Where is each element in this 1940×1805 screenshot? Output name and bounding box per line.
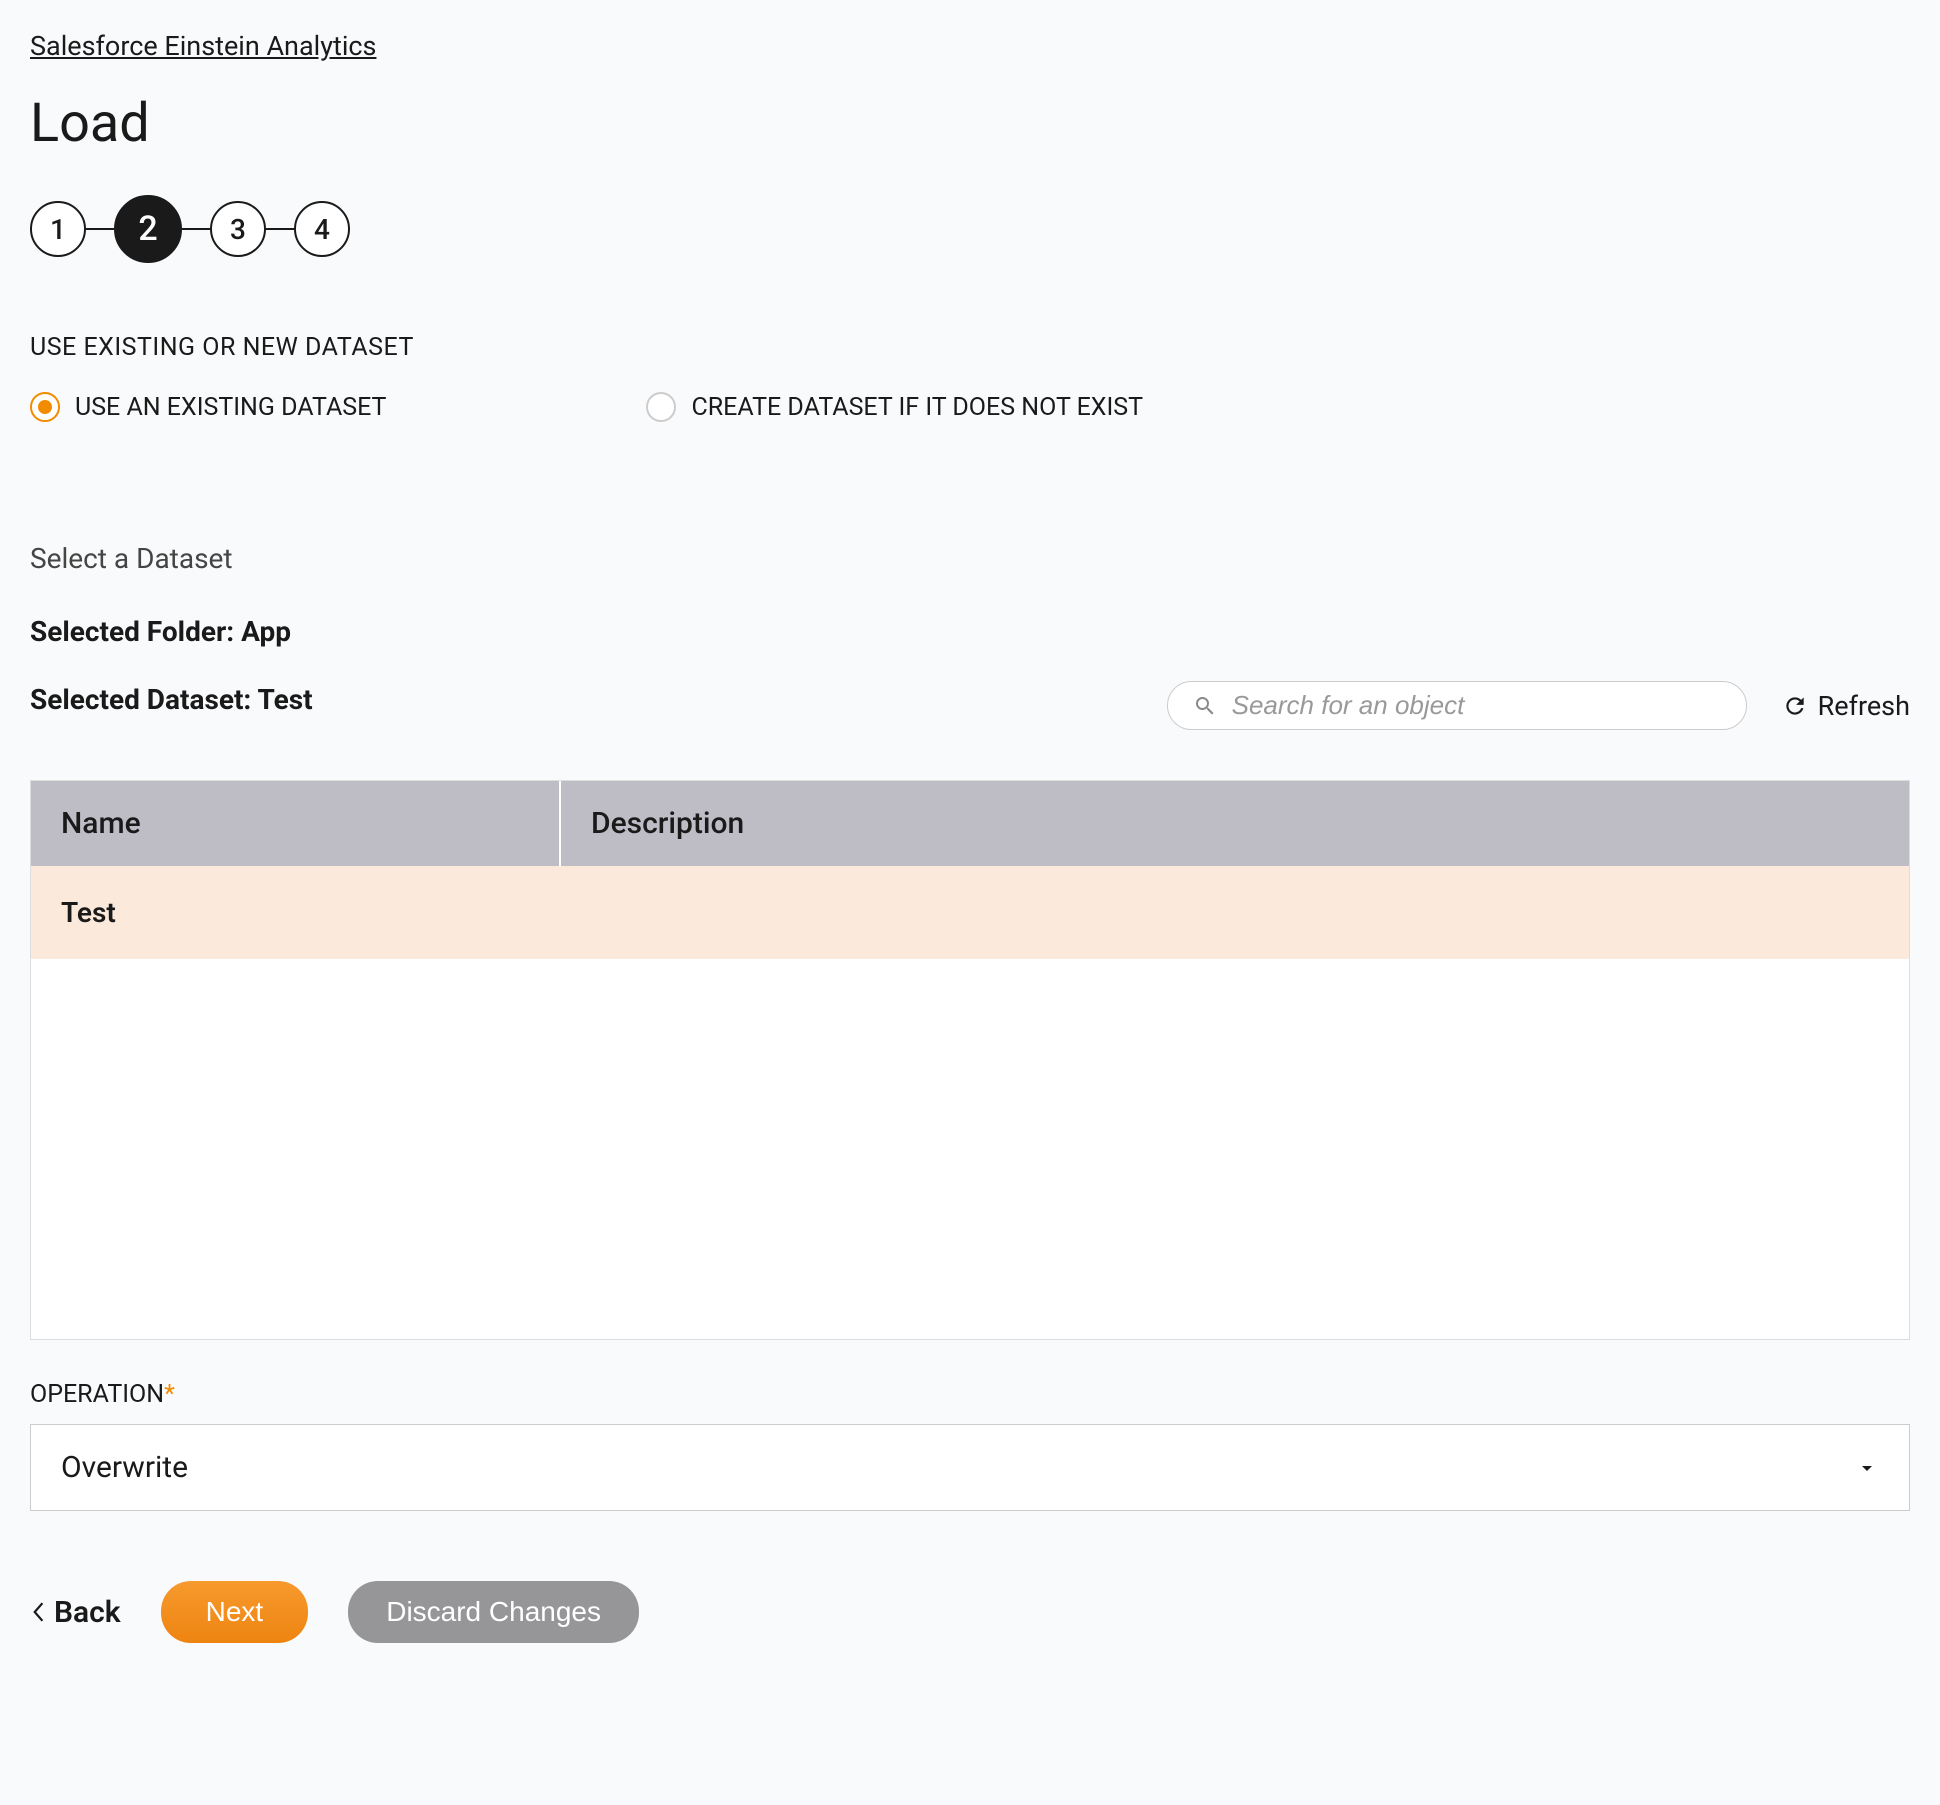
required-star-icon: * bbox=[164, 1380, 175, 1409]
radio-label: CREATE DATASET IF IT DOES NOT EXIST bbox=[691, 393, 1143, 422]
table-row[interactable]: Test bbox=[31, 866, 1909, 959]
radio-create-new[interactable]: CREATE DATASET IF IT DOES NOT EXIST bbox=[646, 392, 1143, 422]
radio-circle-icon bbox=[646, 392, 676, 422]
page-title: Load bbox=[30, 92, 1910, 155]
next-button[interactable]: Next bbox=[161, 1581, 309, 1643]
search-input[interactable] bbox=[1232, 690, 1721, 721]
radio-circle-icon bbox=[30, 392, 60, 422]
stepper: 1 2 3 4 bbox=[30, 195, 1910, 263]
back-label: Back bbox=[54, 1595, 121, 1630]
step-4[interactable]: 4 bbox=[294, 201, 350, 257]
step-1[interactable]: 1 bbox=[30, 201, 86, 257]
table-header: Name Description bbox=[31, 781, 1909, 866]
step-connector bbox=[182, 228, 210, 230]
search-icon bbox=[1193, 694, 1217, 718]
footer-buttons: Back Next Discard Changes bbox=[30, 1581, 1910, 1643]
operation-select-value: Overwrite bbox=[61, 1450, 188, 1485]
radio-use-existing[interactable]: USE AN EXISTING DATASET bbox=[30, 392, 386, 422]
dataset-section-label: USE EXISTING OR NEW DATASET bbox=[30, 333, 1910, 362]
dataset-radio-group: USE AN EXISTING DATASET CREATE DATASET I… bbox=[30, 392, 1910, 422]
operation-label: OPERATION* bbox=[30, 1380, 1910, 1409]
table-cell-name: Test bbox=[31, 866, 561, 959]
table-empty-space bbox=[31, 959, 1909, 1339]
refresh-label: Refresh bbox=[1818, 690, 1910, 722]
refresh-button[interactable]: Refresh bbox=[1782, 690, 1910, 722]
chevron-left-icon bbox=[30, 1601, 46, 1623]
refresh-icon bbox=[1782, 693, 1808, 719]
step-3[interactable]: 3 bbox=[210, 201, 266, 257]
dataset-table: Name Description Test bbox=[30, 780, 1910, 1340]
selected-folder: Selected Folder: App bbox=[30, 615, 1910, 648]
table-cell-description bbox=[561, 866, 1909, 959]
back-button[interactable]: Back bbox=[30, 1595, 121, 1630]
search-box[interactable] bbox=[1167, 681, 1747, 730]
step-connector bbox=[86, 228, 114, 230]
select-dataset-label: Select a Dataset bbox=[30, 542, 1910, 575]
breadcrumb-link[interactable]: Salesforce Einstein Analytics bbox=[30, 30, 376, 62]
step-connector bbox=[266, 228, 294, 230]
operation-select[interactable]: Overwrite bbox=[30, 1424, 1910, 1511]
discard-button[interactable]: Discard Changes bbox=[348, 1581, 639, 1643]
table-header-description[interactable]: Description bbox=[561, 781, 1909, 866]
chevron-down-icon bbox=[1855, 1456, 1879, 1480]
radio-dot-icon bbox=[38, 400, 52, 414]
table-header-name[interactable]: Name bbox=[31, 781, 561, 866]
radio-label: USE AN EXISTING DATASET bbox=[75, 393, 386, 422]
step-2[interactable]: 2 bbox=[114, 195, 182, 263]
